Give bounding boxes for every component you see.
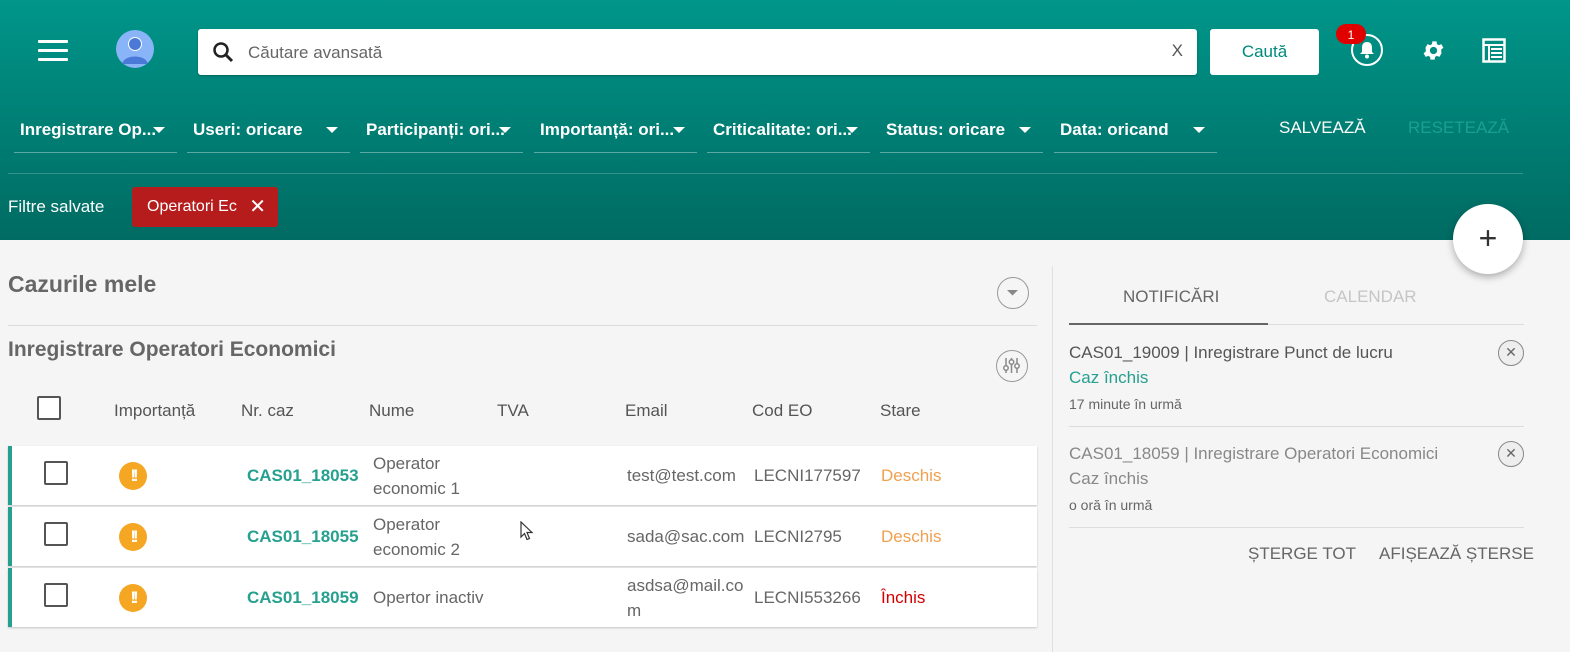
case-cod: LECNI177597 bbox=[754, 466, 861, 485]
column-header[interactable]: Nume bbox=[369, 401, 414, 421]
status-badge: Deschis bbox=[881, 527, 942, 546]
report-icon[interactable] bbox=[1482, 38, 1506, 63]
filter-label: Criticalitate: ori... bbox=[713, 120, 852, 139]
chevron-down-icon bbox=[499, 127, 511, 133]
filter-label: Inregistrare Op... bbox=[20, 120, 157, 139]
cursor-icon bbox=[520, 521, 534, 541]
notification-time: 17 minute în urmă bbox=[1069, 396, 1182, 412]
column-header[interactable]: Importanță bbox=[114, 401, 195, 421]
column-header[interactable]: Email bbox=[625, 401, 668, 421]
notification-status: Caz închis bbox=[1069, 469, 1149, 488]
saved-filters-label: Filtre salvate bbox=[8, 197, 105, 216]
close-icon[interactable]: ✕ bbox=[249, 187, 266, 227]
avatar[interactable] bbox=[116, 30, 154, 68]
filter-users[interactable]: Useri: oricare bbox=[187, 108, 350, 153]
notification-time: o oră în urmă bbox=[1069, 497, 1153, 513]
filter-label: Status: oricare bbox=[886, 120, 1006, 139]
case-name: economic 1 bbox=[373, 479, 460, 498]
table-row[interactable]: !! CAS01_18059 Opertor inactiv asdsa@mai… bbox=[8, 568, 1037, 627]
filter-label: Importanță: ori... bbox=[540, 120, 675, 139]
menu-icon[interactable] bbox=[38, 40, 68, 62]
filter-label: Participanți: ori... bbox=[366, 120, 505, 139]
chevron-down-icon bbox=[326, 127, 338, 133]
filter-category[interactable]: Inregistrare Op... bbox=[14, 108, 177, 153]
status-badge: Închis bbox=[881, 588, 926, 607]
reset-filters-button[interactable]: RESETEAZĂ bbox=[1408, 118, 1509, 138]
table-title: Inregistrare Operatori Economici bbox=[8, 338, 336, 361]
case-cod: LECNI553266 bbox=[754, 588, 861, 607]
clear-search-button[interactable]: X bbox=[1172, 41, 1183, 61]
case-email: m bbox=[627, 601, 642, 620]
row-checkbox[interactable] bbox=[44, 583, 68, 607]
search-button[interactable]: Caută bbox=[1210, 29, 1319, 75]
filter-importance[interactable]: Importanță: ori... bbox=[534, 108, 697, 153]
row-checkbox[interactable] bbox=[44, 522, 68, 546]
column-settings-button[interactable] bbox=[996, 350, 1028, 382]
divider bbox=[1069, 527, 1524, 528]
chevron-down-icon bbox=[153, 127, 165, 133]
table-row[interactable]: !! CAS01_18053 Operator economic 1 test@… bbox=[8, 446, 1037, 505]
dismiss-notification-button[interactable]: ✕ bbox=[1498, 340, 1524, 366]
show-deleted-button[interactable]: AFIȘEAZĂ ȘTERSE bbox=[1379, 544, 1534, 564]
add-case-button[interactable]: + bbox=[1453, 204, 1523, 274]
page-title: Cazurile mele bbox=[8, 271, 157, 297]
case-link[interactable]: CAS01_18053 bbox=[247, 466, 359, 486]
case-email: test@test.com bbox=[627, 466, 736, 485]
search-input[interactable] bbox=[246, 29, 1150, 77]
importance-icon: !! bbox=[119, 462, 147, 490]
saved-filter-chip[interactable]: Operatori Ec ✕ bbox=[132, 187, 278, 227]
row-checkbox[interactable] bbox=[44, 461, 68, 485]
filter-label: Useri: oricare bbox=[193, 120, 303, 139]
case-email: sada@sac.com bbox=[627, 527, 745, 546]
case-name: Opertor inactiv bbox=[373, 588, 484, 607]
importance-icon: !! bbox=[119, 523, 147, 551]
user-icon bbox=[122, 37, 148, 64]
column-header[interactable]: TVA bbox=[497, 401, 529, 421]
case-email: asdsa@mail.co bbox=[627, 576, 744, 595]
tab-calendar[interactable]: CALENDAR bbox=[1324, 287, 1417, 307]
notification-title[interactable]: CAS01_19009 | Inregistrare Punct de lucr… bbox=[1069, 343, 1393, 363]
case-name: economic 2 bbox=[373, 540, 460, 559]
chip-label: Operatori Ec bbox=[147, 198, 237, 215]
filter-status[interactable]: Status: oricare bbox=[880, 108, 1043, 153]
chevron-down-icon bbox=[1019, 127, 1031, 133]
case-name: Operator bbox=[373, 515, 441, 534]
notification-title[interactable]: CAS01_18059 | Inregistrare Operatori Eco… bbox=[1069, 444, 1438, 464]
collapse-button[interactable] bbox=[997, 277, 1029, 309]
divider bbox=[8, 173, 1523, 174]
importance-icon: !! bbox=[119, 584, 147, 612]
filter-label: Data: oricand bbox=[1060, 120, 1169, 139]
case-link[interactable]: CAS01_18055 bbox=[247, 527, 359, 547]
chevron-down-icon bbox=[1007, 290, 1018, 296]
gear-icon[interactable] bbox=[1421, 38, 1446, 63]
case-cod: LECNI2795 bbox=[754, 527, 842, 546]
search-icon bbox=[213, 42, 234, 63]
tab-notifications[interactable]: NOTIFICĂRI bbox=[1123, 287, 1219, 307]
column-header[interactable]: Stare bbox=[880, 401, 921, 421]
notification-badge: 1 bbox=[1336, 24, 1366, 44]
filter-participants[interactable]: Participanți: ori... bbox=[360, 108, 523, 153]
chevron-down-icon bbox=[846, 127, 858, 133]
active-tab-indicator bbox=[1069, 323, 1268, 325]
delete-all-button[interactable]: ȘTERGE TOT bbox=[1248, 544, 1356, 564]
divider bbox=[1069, 426, 1524, 427]
select-all-checkbox[interactable] bbox=[37, 396, 61, 420]
search-bar: X bbox=[198, 29, 1197, 77]
divider bbox=[8, 325, 1037, 326]
case-link[interactable]: CAS01_18059 bbox=[247, 588, 359, 608]
chevron-down-icon bbox=[1193, 127, 1205, 133]
filter-date[interactable]: Data: oricand bbox=[1054, 108, 1217, 153]
chevron-down-icon bbox=[673, 127, 685, 133]
sliders-icon bbox=[1003, 358, 1020, 373]
panel-divider bbox=[1052, 266, 1053, 652]
save-filters-button[interactable]: SALVEAZĂ bbox=[1279, 118, 1366, 138]
notification-status: Caz închis bbox=[1069, 368, 1149, 387]
filter-criticality[interactable]: Criticalitate: ori... bbox=[707, 108, 870, 153]
status-badge: Deschis bbox=[881, 466, 942, 485]
column-header[interactable]: Nr. caz bbox=[241, 401, 294, 421]
dismiss-notification-button[interactable]: ✕ bbox=[1498, 441, 1524, 467]
column-header[interactable]: Cod EO bbox=[752, 401, 812, 421]
case-name: Operator bbox=[373, 454, 441, 473]
